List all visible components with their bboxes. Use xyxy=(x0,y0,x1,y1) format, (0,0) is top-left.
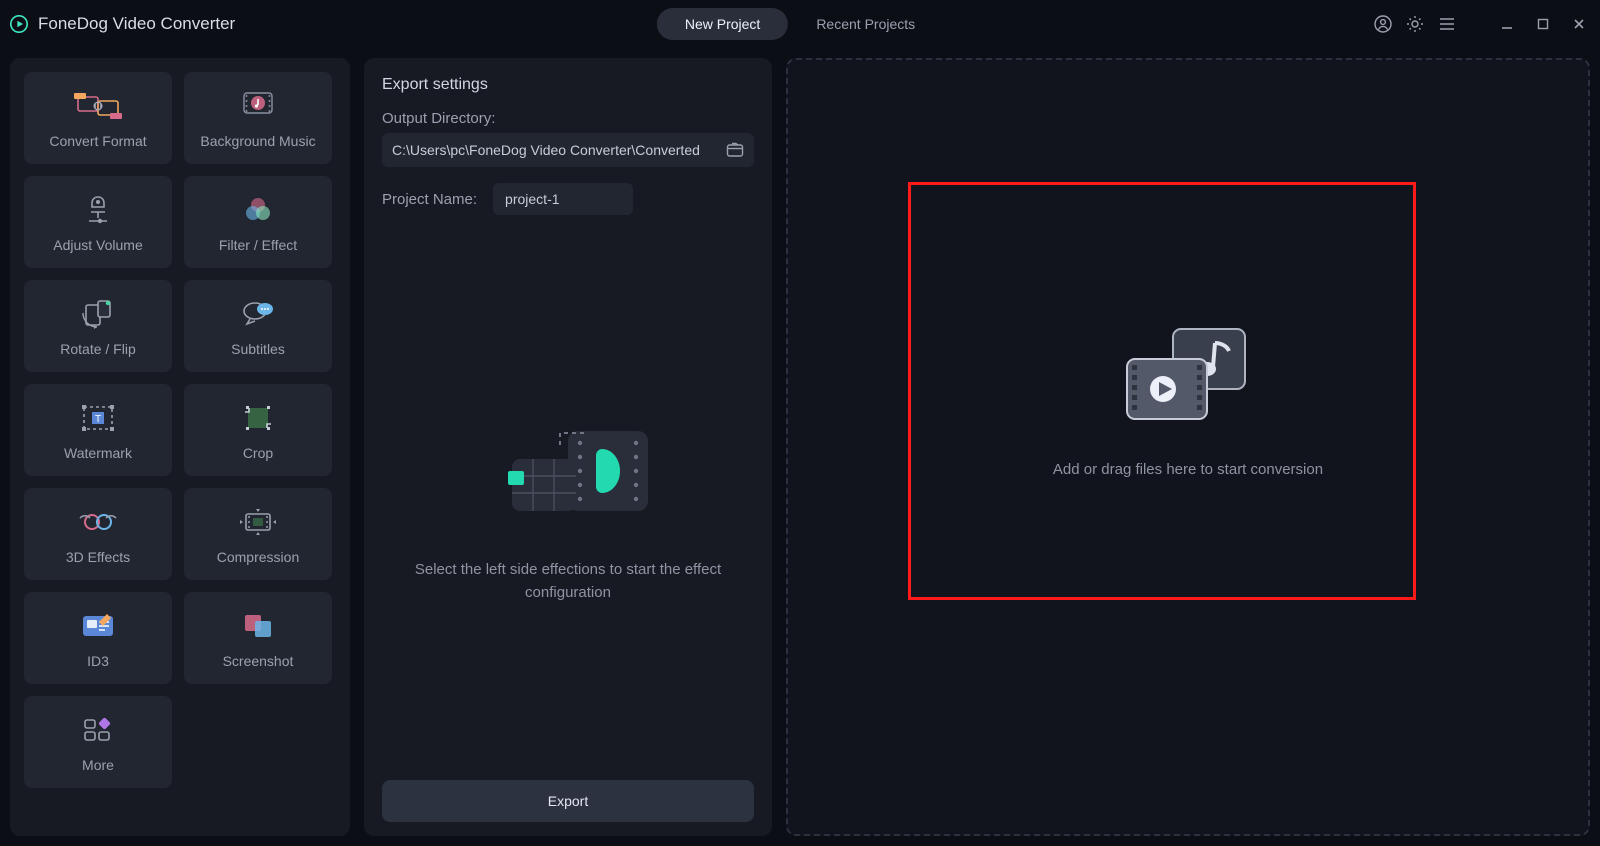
account-icon[interactable] xyxy=(1374,15,1392,33)
tool-label: Crop xyxy=(243,445,273,461)
background-music-icon xyxy=(238,87,278,125)
output-directory-field[interactable]: C:\Users\pc\FoneDog Video Converter\Conv… xyxy=(382,133,754,167)
id3-icon xyxy=(79,607,117,645)
titlebar: FoneDog Video Converter New Project Rece… xyxy=(0,0,1600,48)
tool-subtitles[interactable]: Subtitles xyxy=(184,280,332,372)
settings-icon[interactable] xyxy=(1406,15,1424,33)
tool-label: Background Music xyxy=(200,133,315,149)
main-area: Convert Format Background Music xyxy=(0,48,1600,846)
export-placeholder: Select the left side effections to start… xyxy=(382,235,754,780)
tool-3d-effects[interactable]: 3D Effects xyxy=(24,488,172,580)
close-button[interactable] xyxy=(1568,15,1590,33)
output-directory-value: C:\Users\pc\FoneDog Video Converter\Conv… xyxy=(392,142,726,158)
adjust-volume-icon xyxy=(81,191,115,229)
export-title: Export settings xyxy=(382,76,754,94)
tool-label: Rotate / Flip xyxy=(60,341,135,357)
tool-background-music[interactable]: Background Music xyxy=(184,72,332,164)
dropzone-media-icon xyxy=(1123,325,1253,425)
tool-label: Subtitles xyxy=(231,341,285,357)
tool-label: More xyxy=(82,757,114,773)
tool-label: Compression xyxy=(217,549,299,565)
maximize-button[interactable] xyxy=(1532,15,1554,33)
tool-filter-effect[interactable]: Filter / Effect xyxy=(184,176,332,268)
filter-effect-icon xyxy=(241,191,275,229)
project-name-value: project-1 xyxy=(505,191,559,207)
watermark-icon: T xyxy=(80,399,116,437)
subtitles-icon xyxy=(239,295,277,333)
tool-adjust-volume[interactable]: Adjust Volume xyxy=(24,176,172,268)
minimize-button[interactable] xyxy=(1496,15,1518,33)
tool-screenshot[interactable]: Screenshot xyxy=(184,592,332,684)
project-name-input[interactable]: project-1 xyxy=(493,183,633,215)
project-name-row: Project Name: project-1 xyxy=(382,183,754,215)
tool-label: ID3 xyxy=(87,653,109,669)
dropzone[interactable]: Add or drag files here to start conversi… xyxy=(786,58,1590,836)
tool-more[interactable]: More xyxy=(24,696,172,788)
output-directory-label: Output Directory: xyxy=(382,110,754,127)
folder-browse-icon[interactable] xyxy=(726,142,744,158)
app-logo: FoneDog Video Converter xyxy=(10,14,235,34)
tool-convert-format[interactable]: Convert Format xyxy=(24,72,172,164)
tool-label: Screenshot xyxy=(223,653,294,669)
tool-label: Convert Format xyxy=(49,133,146,149)
tool-rotate-flip[interactable]: Rotate / Flip xyxy=(24,280,172,372)
tool-label: 3D Effects xyxy=(66,549,130,565)
svg-text:T: T xyxy=(95,414,101,425)
tool-label: Filter / Effect xyxy=(219,237,297,253)
tool-compression[interactable]: Compression xyxy=(184,488,332,580)
convert-format-icon xyxy=(74,87,122,125)
menu-icon[interactable] xyxy=(1438,15,1456,33)
dropzone-content: Add or drag files here to start conversi… xyxy=(1053,325,1323,478)
tool-crop[interactable]: Crop xyxy=(184,384,332,476)
export-hero-text: Select the left side effections to start… xyxy=(402,559,734,604)
window-controls xyxy=(1374,15,1590,33)
more-icon xyxy=(81,711,115,749)
dropzone-hint: Add or drag files here to start conversi… xyxy=(1053,461,1323,478)
3d-effects-icon xyxy=(78,503,118,541)
project-name-label: Project Name: xyxy=(382,191,477,208)
tab-new-project[interactable]: New Project xyxy=(657,8,788,40)
screenshot-icon xyxy=(241,607,275,645)
tool-label: Adjust Volume xyxy=(53,237,143,253)
rotate-flip-icon xyxy=(80,295,116,333)
export-panel: Export settings Output Directory: C:\Use… xyxy=(364,58,772,836)
crop-icon xyxy=(241,399,275,437)
app-logo-icon xyxy=(10,15,28,33)
app-title: FoneDog Video Converter xyxy=(38,14,235,34)
tool-grid: Convert Format Background Music xyxy=(10,58,350,836)
tab-recent-projects[interactable]: Recent Projects xyxy=(788,8,943,40)
tool-watermark[interactable]: T Watermark xyxy=(24,384,172,476)
compression-icon xyxy=(238,503,278,541)
view-tabs: New Project Recent Projects xyxy=(657,8,943,40)
export-hero-icon xyxy=(468,411,668,531)
export-button[interactable]: Export xyxy=(382,780,754,822)
tool-label: Watermark xyxy=(64,445,132,461)
tool-id3[interactable]: ID3 xyxy=(24,592,172,684)
